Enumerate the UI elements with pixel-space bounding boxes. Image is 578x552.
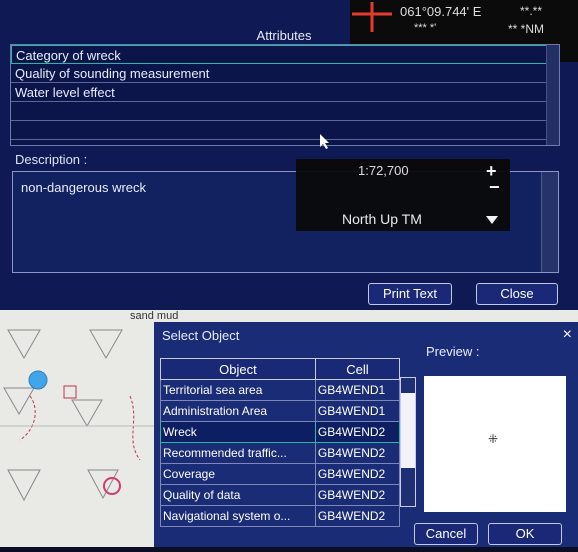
object-name: Quality of data bbox=[160, 484, 316, 506]
cancel-button[interactable]: Cancel bbox=[414, 523, 478, 545]
attribute-row[interactable]: Water level effect bbox=[11, 83, 559, 102]
table-row[interactable]: Wreck GB4WEND2 bbox=[160, 421, 401, 443]
attributes-scrollbar[interactable] bbox=[546, 45, 559, 145]
cell-id: GB4WEND1 bbox=[314, 379, 401, 401]
chart-scale-overlay: 1:72,700 + − North Up TM bbox=[296, 159, 510, 231]
table-row[interactable]: Navigational system o... GB4WEND2 bbox=[160, 505, 401, 527]
table-row[interactable]: Coverage GB4WEND2 bbox=[160, 463, 401, 485]
object-name: Coverage bbox=[160, 463, 316, 485]
attribute-panel: 061°09.744' E *** *' **.** ** *NM Attrib… bbox=[0, 0, 578, 310]
attribute-row[interactable] bbox=[11, 102, 559, 121]
scale-value: 1:72,700 bbox=[358, 163, 409, 178]
object-list-scrollbar[interactable] bbox=[400, 377, 416, 507]
attributes-list[interactable]: Category of wreck Quality of sounding me… bbox=[10, 44, 560, 146]
close-icon[interactable]: × bbox=[563, 326, 572, 344]
orientation-mode[interactable]: North Up TM bbox=[342, 211, 422, 227]
preview-label: Preview : bbox=[426, 344, 480, 359]
object-name: Territorial sea area bbox=[160, 379, 316, 401]
attribute-row[interactable]: Category of wreck bbox=[11, 45, 559, 64]
attributes-header: Attributes bbox=[256, 28, 312, 43]
column-header-object[interactable]: Object bbox=[160, 358, 316, 380]
wreck-symbol-icon: ⁜ bbox=[488, 432, 499, 446]
object-name: Administration Area bbox=[160, 400, 316, 422]
cell-id: GB4WEND2 bbox=[314, 505, 401, 527]
table-row[interactable]: Quality of data GB4WEND2 bbox=[160, 484, 401, 506]
table-row[interactable]: Recommended traffic... GB4WEND2 bbox=[160, 442, 401, 464]
preview-pane: ⁜ bbox=[424, 376, 566, 512]
scrollbar-thumb[interactable] bbox=[401, 393, 415, 468]
table-row[interactable]: Territorial sea area GB4WEND1 bbox=[160, 379, 401, 401]
longitude-readout: 061°09.744' E bbox=[400, 4, 482, 19]
zoom-out-icon[interactable]: − bbox=[489, 177, 500, 198]
select-object-dialog: Select Object × Object Cell Territorial … bbox=[154, 322, 578, 547]
attribute-row[interactable]: Quality of sounding measurement bbox=[11, 64, 559, 83]
column-header-cell[interactable]: Cell bbox=[314, 358, 401, 380]
dialog-title: Select Object bbox=[162, 328, 240, 343]
object-name: Wreck bbox=[160, 421, 316, 443]
close-button[interactable]: Close bbox=[476, 283, 558, 305]
cell-id: GB4WEND2 bbox=[314, 484, 401, 506]
description-scrollbar[interactable] bbox=[541, 172, 558, 272]
table-row[interactable]: Administration Area GB4WEND1 bbox=[160, 400, 401, 422]
description-text: non-dangerous wreck bbox=[21, 180, 147, 195]
cell-id: GB4WEND2 bbox=[314, 463, 401, 485]
cell-id: GB4WEND1 bbox=[314, 400, 401, 422]
seabed-label: sand mud bbox=[130, 310, 179, 322]
orientation-dropdown-icon[interactable] bbox=[486, 216, 498, 224]
cell-id: GB4WEND2 bbox=[314, 421, 401, 443]
mouse-cursor-icon bbox=[320, 134, 329, 149]
attribute-row[interactable] bbox=[11, 121, 559, 140]
cell-id: GB4WEND2 bbox=[314, 442, 401, 464]
range-readout: **.** bbox=[520, 4, 543, 18]
description-label: Description : bbox=[15, 152, 88, 167]
print-text-button[interactable]: Print Text bbox=[368, 283, 452, 305]
object-table: Object Cell Territorial sea area GB4WEND1… bbox=[160, 358, 401, 527]
object-name: Recommended traffic... bbox=[160, 442, 316, 464]
object-name: Navigational system o... bbox=[160, 505, 316, 527]
ok-button[interactable]: OK bbox=[488, 523, 562, 545]
